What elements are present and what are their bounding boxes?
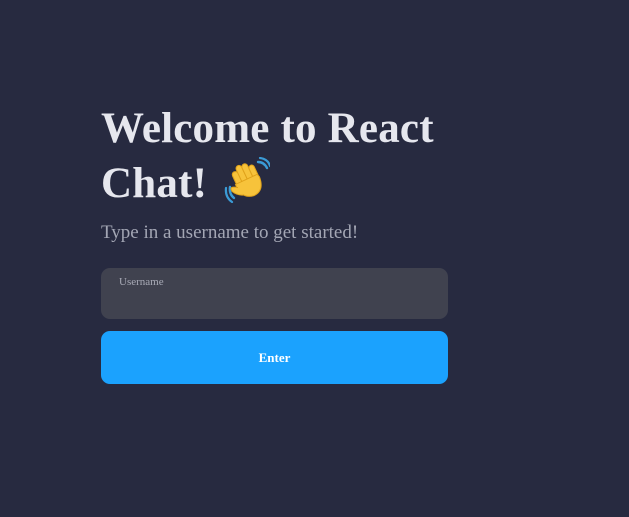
waving-hand-icon — [224, 156, 272, 204]
username-label: Username — [119, 276, 164, 288]
username-field[interactable]: Username — [101, 268, 448, 319]
enter-button[interactable]: Enter — [101, 331, 448, 384]
login-panel: Welcome to React Chat! Type in a usernam… — [101, 101, 448, 384]
subtitle: Type in a username to get started! — [101, 222, 359, 243]
title-line-1: Welcome to React — [101, 105, 434, 152]
title-line-2: Chat! — [101, 160, 208, 207]
page-title: Welcome to React Chat! — [101, 101, 448, 211]
username-input[interactable] — [119, 292, 430, 312]
